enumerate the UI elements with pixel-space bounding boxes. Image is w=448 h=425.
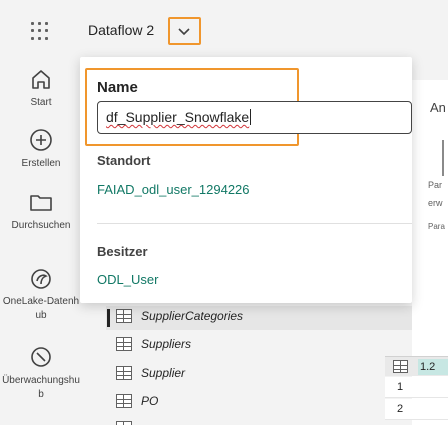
query-item-label: SupplierCategories <box>141 309 244 323</box>
location-value[interactable]: FAIAD_odl_user_1294226 <box>97 182 250 197</box>
owner-label: Besitzer <box>97 244 148 259</box>
app-launcher-icon[interactable] <box>31 22 49 40</box>
table-icon <box>116 421 132 425</box>
query-item[interactable]: Suppliers <box>116 334 191 354</box>
home-icon <box>32 70 50 89</box>
monitor-icon <box>31 347 51 367</box>
nav-start[interactable]: Start <box>0 66 82 110</box>
query-item[interactable]: SupplierCategories <box>116 306 243 326</box>
table-icon <box>116 366 132 380</box>
nav-create-label: Erstellen <box>21 158 61 169</box>
owner-value[interactable]: ODL_User <box>97 272 158 287</box>
dataflow-properties-popup: Name df_Supplier_Snowflake Standort FAIA… <box>80 57 412 303</box>
background-divider <box>442 140 444 176</box>
chevron-down-icon <box>178 28 190 36</box>
plus-circle-icon <box>30 129 52 151</box>
query-item-label: PO <box>141 394 159 408</box>
table-row: 1 <box>385 377 448 398</box>
query-item[interactable] <box>116 418 132 425</box>
background-text-fragment: Par <box>428 180 443 190</box>
background-text-fragment: erw <box>428 198 443 208</box>
left-nav-rail: Start Erstellen Durchsuchen OneLake-Date… <box>0 0 82 425</box>
background-text-fragment: An <box>430 100 446 115</box>
nav-browse[interactable]: Durchsuchen <box>0 189 82 233</box>
table-icon <box>116 309 132 323</box>
query-item-label: Suppliers <box>141 337 192 351</box>
query-item[interactable]: Supplier <box>116 363 185 383</box>
text-caret <box>250 109 252 125</box>
title-dropdown-button[interactable] <box>168 17 201 45</box>
name-label: Name <box>97 79 138 96</box>
query-item-label: Supplier <box>141 366 186 380</box>
dataflow-title[interactable]: Dataflow 2 <box>88 22 154 38</box>
folder-icon <box>30 195 52 211</box>
nav-onelake-label: OneLake-Datenhub <box>2 296 80 321</box>
nav-start-label: Start <box>30 97 52 108</box>
table-icon <box>116 337 132 351</box>
row-number: 2 <box>397 403 404 415</box>
nav-browse-label: Durchsuchen <box>11 220 71 231</box>
divider <box>97 223 412 224</box>
location-label: Standort <box>97 153 151 168</box>
name-input-value: df_Supplier_Snowflake <box>106 109 250 125</box>
table-icon <box>116 394 132 408</box>
column-type-badge[interactable]: 1.2 <box>418 359 448 375</box>
table-icon[interactable] <box>393 360 408 373</box>
name-input[interactable]: df_Supplier_Snowflake <box>97 101 412 134</box>
grid-header: 1.2 <box>385 356 448 376</box>
tree-selection-indicator <box>107 309 110 327</box>
background-text-fragment: Para <box>428 222 445 231</box>
nav-onelake[interactable]: OneLake-Datenhub <box>0 265 82 323</box>
nav-create[interactable]: Erstellen <box>0 127 82 171</box>
query-item[interactable]: PO <box>116 391 158 411</box>
nav-monitor-label: Überwachungshub <box>2 375 80 400</box>
onelake-icon <box>31 269 51 289</box>
query-tree: SupplierCategories Suppliers Supplier PO <box>80 300 412 425</box>
row-number: 1 <box>397 381 404 393</box>
nav-monitor[interactable]: Überwachungshub <box>0 344 82 402</box>
table-row: 2 <box>385 399 448 420</box>
